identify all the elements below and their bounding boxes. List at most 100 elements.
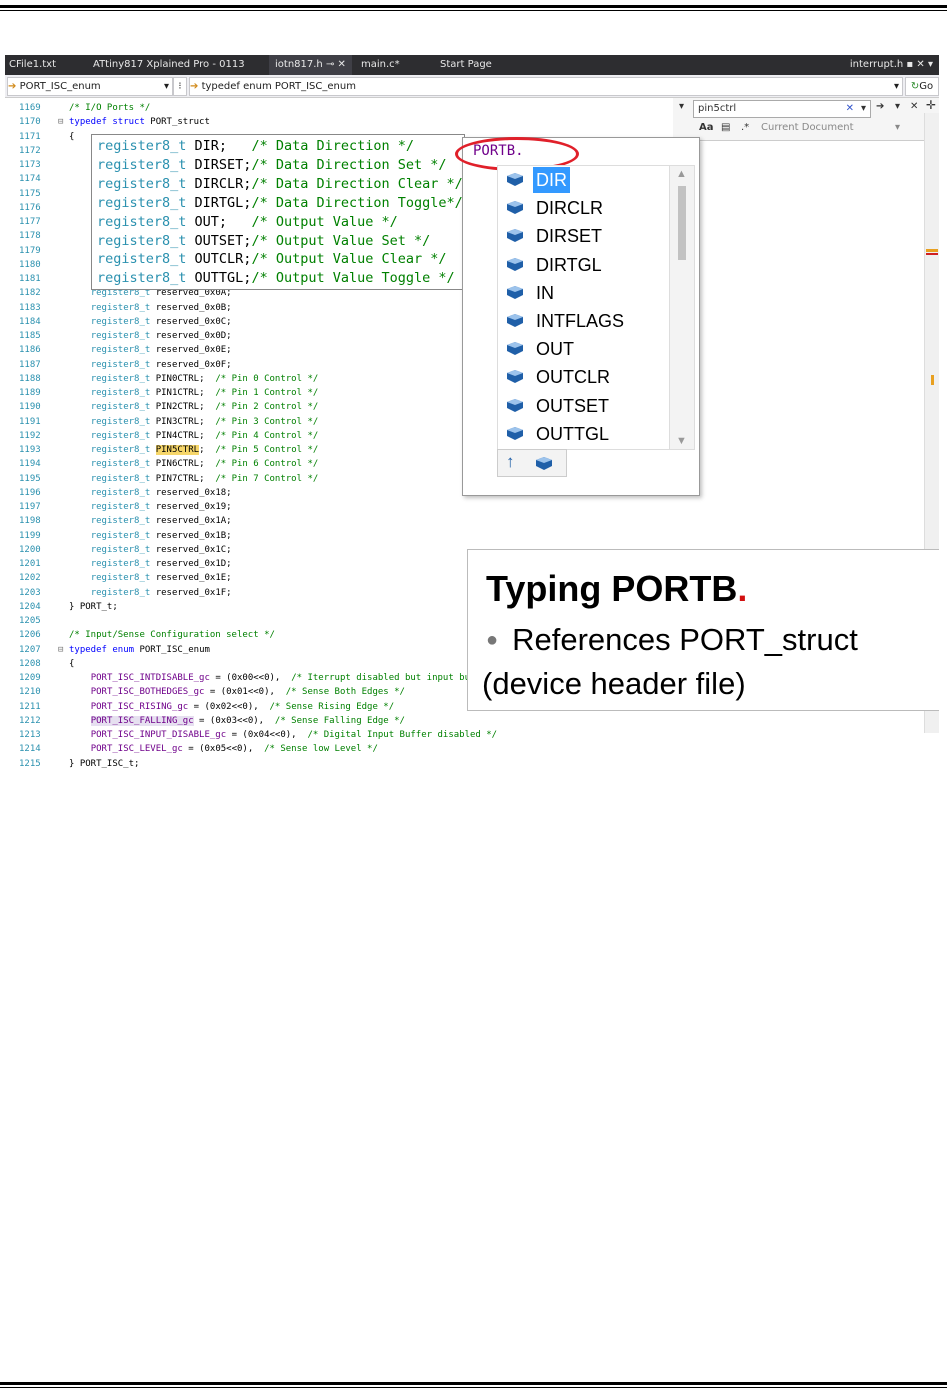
document-tab-strip: CFile1.txt ATtiny817 Xplained Pro - 0113… <box>5 55 939 75</box>
member-filter-icon[interactable] <box>536 457 552 470</box>
code-text: register8_t reserved_0x0D; <box>90 331 232 341</box>
member-dropdown-value: typedef enum PORT_ISC_enum <box>201 81 356 92</box>
code-text: register8_t reserved_0x19; <box>90 502 232 512</box>
member-dropdown[interactable]: ➔ typedef enum PORT_ISC_enum ▾ <box>189 77 903 96</box>
code-line[interactable]: 1213 PORT_ISC_INPUT_DISABLE_gc = (0x04<<… <box>5 728 939 742</box>
regex-icon[interactable]: .* <box>741 122 749 133</box>
code-line[interactable]: 1198 register8_t reserved_0x1A; <box>5 514 939 528</box>
scroll-up-arrow-icon[interactable]: ▲ <box>676 168 687 180</box>
tab-main-c[interactable]: main.c* <box>361 55 400 75</box>
code-text: typedef struct PORT_struct <box>69 117 210 128</box>
close-icon[interactable]: ✕ <box>338 59 346 70</box>
close-icon[interactable]: ✕ <box>916 59 924 70</box>
member-list-scrollbar[interactable]: ▲ ▼ <box>669 166 694 449</box>
split-toggle[interactable]: ⁝ <box>173 77 187 96</box>
go-button[interactable]: ↻Go <box>905 77 939 96</box>
autocomplete-item-outclr[interactable]: OUTCLR <box>498 364 664 390</box>
callout-bullet-text: References PORT_struct (device header fi… <box>482 622 858 701</box>
expand-icon[interactable]: ✛ <box>926 98 936 112</box>
code-line[interactable]: 1214 PORT_ISC_LEVEL_gc = (0x05<<0), /* S… <box>5 742 939 756</box>
whole-word-icon[interactable]: ▤ <box>721 122 730 133</box>
scope-dropdown[interactable]: ➔ PORT_ISC_enum ▾ <box>7 77 173 96</box>
member-list[interactable]: ▲ ▼ DIR DIRCLR DIRSET DIRTGL IN INTFLAGS OUT OU… <box>497 165 695 450</box>
autocomplete-item-intflags[interactable]: INTFLAGS <box>498 308 664 334</box>
code-text: /* Input/Sense Configuration select */ <box>69 630 275 641</box>
chevron-down-icon[interactable]: ▾ <box>895 122 900 133</box>
line-number: 1210 <box>19 687 41 698</box>
tab-attiny817-project[interactable]: ATtiny817 Xplained Pro - 0113 <box>93 55 245 75</box>
line-number: 1215 <box>19 758 41 769</box>
autocomplete-item-outtgl[interactable]: OUTTGL <box>498 421 664 447</box>
clear-icon[interactable]: ✕ <box>846 101 854 117</box>
autocomplete-item-out[interactable]: OUT <box>498 336 664 362</box>
code-line[interactable]: 1197 register8_t reserved_0x19; <box>5 500 939 514</box>
search-scope[interactable]: Current Document <box>761 122 854 133</box>
quick-find-panel: ▾ pin5ctrl ✕ ▾ ➔ ▾ ✕ ✛ Aa ▤ .* Current Doc… <box>673 98 939 141</box>
line-number: 1185 <box>19 331 41 341</box>
autocomplete-header: PORTB. <box>455 137 699 171</box>
code-text: register8_t reserved_0x0C; <box>90 316 232 327</box>
line-number: 1182 <box>19 288 41 299</box>
chevron-down-icon[interactable]: ▾ <box>895 101 900 112</box>
line-number: 1177 <box>19 217 41 227</box>
code-line[interactable]: 1212 PORT_ISC_FALLING_gc = (0x03<<0), /*… <box>5 714 939 728</box>
autocomplete-item-dirclr[interactable]: DIRCLR <box>498 195 664 221</box>
autocomplete-popup: PORTB. ▲ ▼ DIR DIRCLR DIRSET DIRTGL IN INTFLA… <box>455 137 700 496</box>
chevron-down-icon[interactable]: ▾ <box>861 101 866 117</box>
search-input[interactable]: pin5ctrl ✕ ▾ <box>693 100 871 118</box>
line-number: 1201 <box>19 559 41 569</box>
tab-cfile1[interactable]: CFile1.txt <box>9 55 56 75</box>
bottom-rule <box>0 1382 947 1385</box>
code-text: register8_t PIN6CTRL; /* Pin 6 Control *… <box>90 459 319 470</box>
autocomplete-item-label: OUTCLR <box>536 367 611 388</box>
up-arrow-icon[interactable]: ↑ <box>506 452 515 472</box>
line-number: 1191 <box>19 416 41 427</box>
zoom-code-line: register8_t OUTTGL;/* Output Value Toggl… <box>97 270 455 287</box>
fold-toggle-icon[interactable]: ⊟ <box>58 643 63 657</box>
autocomplete-item-in[interactable]: IN <box>498 280 664 306</box>
zoom-code-line: register8_t OUT; /* Output Value */ <box>97 213 398 230</box>
line-number: 1183 <box>19 302 41 313</box>
find-next-icon[interactable]: ➔ <box>876 101 884 112</box>
code-text: register8_t PIN1CTRL; /* Pin 1 Control *… <box>90 388 319 398</box>
code-text: register8_t reserved_0x0B; <box>90 302 232 313</box>
line-number: 1174 <box>19 174 41 185</box>
find-marker <box>931 375 934 385</box>
line-number: 1207 <box>19 644 41 655</box>
pin-icon[interactable]: ▪ <box>906 59 913 70</box>
match-case-button[interactable]: Aa <box>699 122 714 133</box>
code-line[interactable]: 1215 } PORT_ISC_t; <box>5 757 939 771</box>
scroll-thumb[interactable] <box>678 186 686 260</box>
callout-bullet: ● References PORT_struct (device header f… <box>482 618 922 706</box>
code-zoom-overlay: register8_t DIR; /* Data Direction */ reg… <box>91 134 465 290</box>
line-number: 1179 <box>19 245 41 256</box>
chevron-down-icon[interactable]: ▾ <box>928 59 933 70</box>
line-number: 1204 <box>19 601 41 612</box>
field-member-icon <box>507 285 523 299</box>
autocomplete-item-dir[interactable]: DIR <box>498 167 664 193</box>
change-marker <box>926 249 938 252</box>
code-text: register8_t PIN2CTRL; /* Pin 2 Control *… <box>90 402 319 413</box>
autocomplete-item-dirset[interactable]: DIRSET <box>498 223 664 249</box>
line-number: 1195 <box>19 473 41 484</box>
code-text: register8_t reserved_0x18; <box>90 487 232 498</box>
autocomplete-item-outset[interactable]: OUTSET <box>498 393 664 419</box>
tab-iotn817[interactable]: iotn817.h ⊸ ✕ <box>269 55 352 75</box>
pin-icon[interactable]: ⊸ <box>326 59 334 70</box>
scroll-down-arrow-icon[interactable]: ▼ <box>676 435 687 447</box>
line-number: 1170 <box>19 117 41 128</box>
close-icon[interactable]: ✕ <box>910 101 918 112</box>
tab-interrupt-h[interactable]: interrupt.h ▪ ✕ ▾ <box>850 55 933 75</box>
tab-start-page[interactable]: Start Page <box>440 55 492 75</box>
code-line[interactable]: 1199 register8_t reserved_0x1B; <box>5 529 939 543</box>
autocomplete-item-label: DIR <box>533 167 570 193</box>
line-number: 1173 <box>19 160 41 170</box>
fold-toggle-icon[interactable]: ⊟ <box>58 115 63 129</box>
line-number: 1171 <box>19 131 41 142</box>
field-member-icon <box>507 229 523 243</box>
code-text: } PORT_ISC_t; <box>69 758 140 769</box>
arrow-right-icon: ➔ <box>190 81 199 92</box>
autocomplete-item-dirtgl[interactable]: DIRTGL <box>498 252 664 278</box>
code-text: register8_t reserved_0x1E; <box>90 573 232 584</box>
chevron-down-icon[interactable]: ▾ <box>679 101 684 112</box>
